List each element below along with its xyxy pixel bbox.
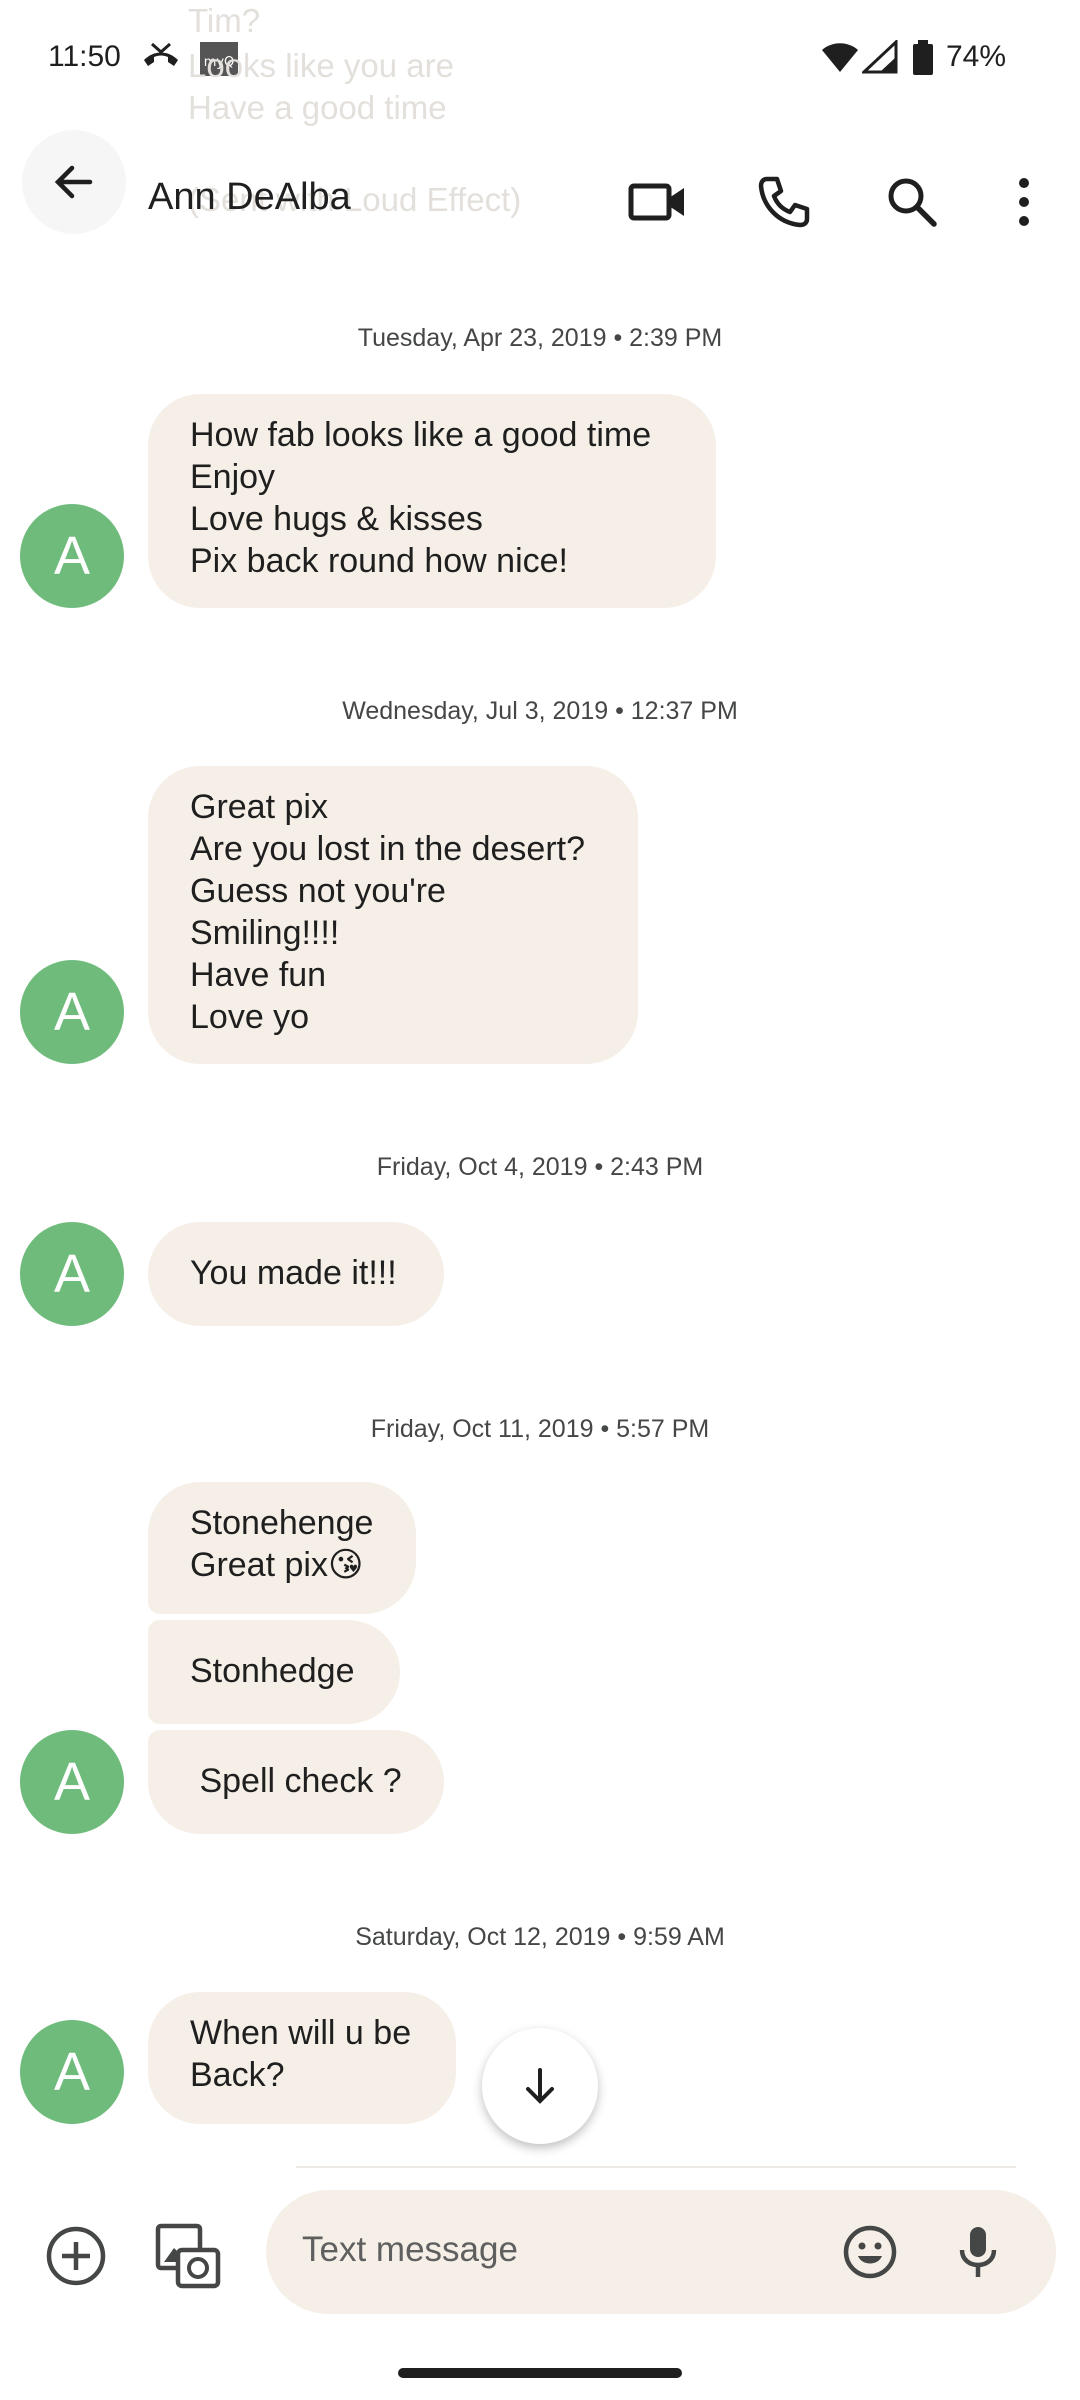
message-timestamp: Tuesday, Apr 23, 2019 • 2:39 PM <box>357 324 723 352</box>
message-text: Great pix😘 <box>190 1546 364 1584</box>
phone-call-button[interactable] <box>752 170 816 234</box>
emoji-button[interactable] <box>838 2220 902 2284</box>
faded-line: Looks like you are <box>188 47 454 84</box>
video-call-icon <box>628 183 684 221</box>
status-bar: 11:50 myQ 74% <box>0 0 1080 120</box>
message-timestamp: Friday, Oct 11, 2019 • 5:57 PM <box>370 1415 710 1443</box>
add-circle-icon <box>46 2226 106 2286</box>
message-text: Stonhedge <box>190 1652 355 1690</box>
message-text: Guess not you're <box>190 872 446 910</box>
back-button[interactable] <box>22 130 126 234</box>
message-timestamp: Friday, Oct 4, 2019 • 2:43 PM <box>376 1153 704 1181</box>
add-attachment-button[interactable] <box>40 2220 112 2292</box>
message-text: Great pix <box>190 788 328 826</box>
message-bubble[interactable]: Great pix Are you lost in the desert? Gu… <box>148 766 638 1064</box>
gallery-icon <box>155 2223 221 2289</box>
message-text: Love yo <box>190 998 310 1036</box>
message-timestamp: Wednesday, Jul 3, 2019 • 12:37 PM <box>342 697 738 725</box>
message-bubble[interactable]: You made it!!! <box>148 1222 444 1326</box>
message-text: Have fun <box>190 956 327 994</box>
emoji-icon <box>843 2225 897 2279</box>
voice-input-button[interactable] <box>946 2220 1010 2284</box>
missed-call-icon <box>140 40 182 79</box>
avatar[interactable]: A <box>20 1222 124 1326</box>
faded-line: Have a good time <box>188 89 447 126</box>
message-text: When will u be <box>190 2014 412 2052</box>
scroll-to-bottom-button[interactable] <box>482 2028 598 2144</box>
message-compose-field[interactable] <box>266 2190 1056 2314</box>
arrow-down-icon <box>526 2068 554 2104</box>
cell-signal-icon <box>860 38 898 79</box>
message-text: How fab looks like a good time <box>190 416 652 454</box>
message-text: Pix back round how nice! <box>190 542 568 580</box>
message-text: Enjoy <box>190 458 276 496</box>
message-text: Love hugs & kisses <box>190 500 483 538</box>
avatar[interactable]: A <box>20 504 124 608</box>
message-text: Stonehenge <box>190 1504 374 1542</box>
message-text: Back? <box>190 2056 285 2094</box>
status-time: 11:50 <box>48 40 121 73</box>
text-message-input[interactable] <box>302 2230 802 2270</box>
home-indicator[interactable] <box>398 2368 682 2378</box>
more-vert-icon <box>1019 178 1029 226</box>
conversation-header: Ann DeAlba <box>0 130 1080 270</box>
contact-name[interactable]: Ann DeAlba <box>148 176 351 219</box>
mic-icon <box>959 2227 997 2277</box>
message-bubble[interactable]: Stonhedge <box>148 1620 400 1724</box>
message-text: Are you lost in the desert? <box>190 830 586 868</box>
back-arrow-icon <box>54 165 93 199</box>
message-text: You made it!!! <box>190 1254 397 1292</box>
message-bubble[interactable]: Spell check ? <box>148 1730 444 1834</box>
search-icon <box>888 178 937 227</box>
phone-icon <box>758 176 810 228</box>
wifi-icon <box>820 40 860 79</box>
message-timestamp: Saturday, Oct 12, 2019 • 9:59 AM <box>355 1923 725 1951</box>
message-bubble[interactable]: How fab looks like a good time Enjoy Lov… <box>148 394 716 608</box>
video-call-button[interactable] <box>626 170 690 234</box>
composer-divider <box>296 2166 1016 2168</box>
avatar[interactable]: A <box>20 960 124 1064</box>
faded-line: Tim? <box>188 2 261 39</box>
avatar[interactable]: A <box>20 2020 124 2124</box>
battery-percent: 74% <box>946 40 1007 73</box>
gallery-button[interactable] <box>148 2216 228 2296</box>
avatar[interactable]: A <box>20 1730 124 1834</box>
battery-icon <box>912 40 934 81</box>
message-bubble[interactable]: Stonehenge Great pix😘 <box>148 1482 416 1614</box>
search-button[interactable] <box>880 170 944 234</box>
more-options-button[interactable] <box>992 170 1056 234</box>
message-text: Spell check ? <box>190 1762 402 1800</box>
message-text: Smiling!!!! <box>190 914 340 952</box>
message-bubble[interactable]: When will u be Back? <box>148 1992 456 2124</box>
